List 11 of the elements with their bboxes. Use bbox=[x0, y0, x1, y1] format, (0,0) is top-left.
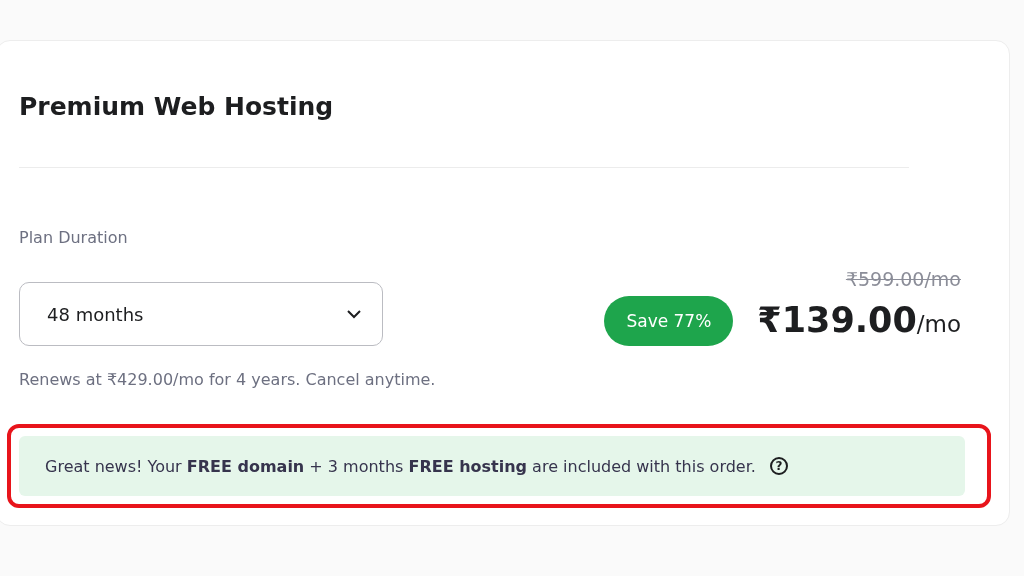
plan-duration-label: Plan Duration bbox=[19, 228, 129, 248]
original-price: ₹599.00/mo bbox=[845, 267, 961, 292]
plan-duration-dropdown[interactable]: 48 months bbox=[19, 282, 383, 346]
plan-title: Premium Web Hosting bbox=[19, 91, 335, 123]
current-price: ₹139.00 bbox=[757, 299, 917, 342]
help-icon[interactable]: ? bbox=[769, 457, 788, 475]
offer-message: Great news! Your FREE domain + 3 months FREE hosting are included with this order. bbox=[45, 456, 756, 476]
renewal-note: Renews at ₹429.00/mo for 4 years. Cancel anytime. bbox=[19, 370, 437, 390]
price-unit: /mo bbox=[916, 311, 961, 339]
chevron-down-icon bbox=[346, 309, 362, 319]
discount-badge: Save 77% bbox=[604, 296, 734, 346]
